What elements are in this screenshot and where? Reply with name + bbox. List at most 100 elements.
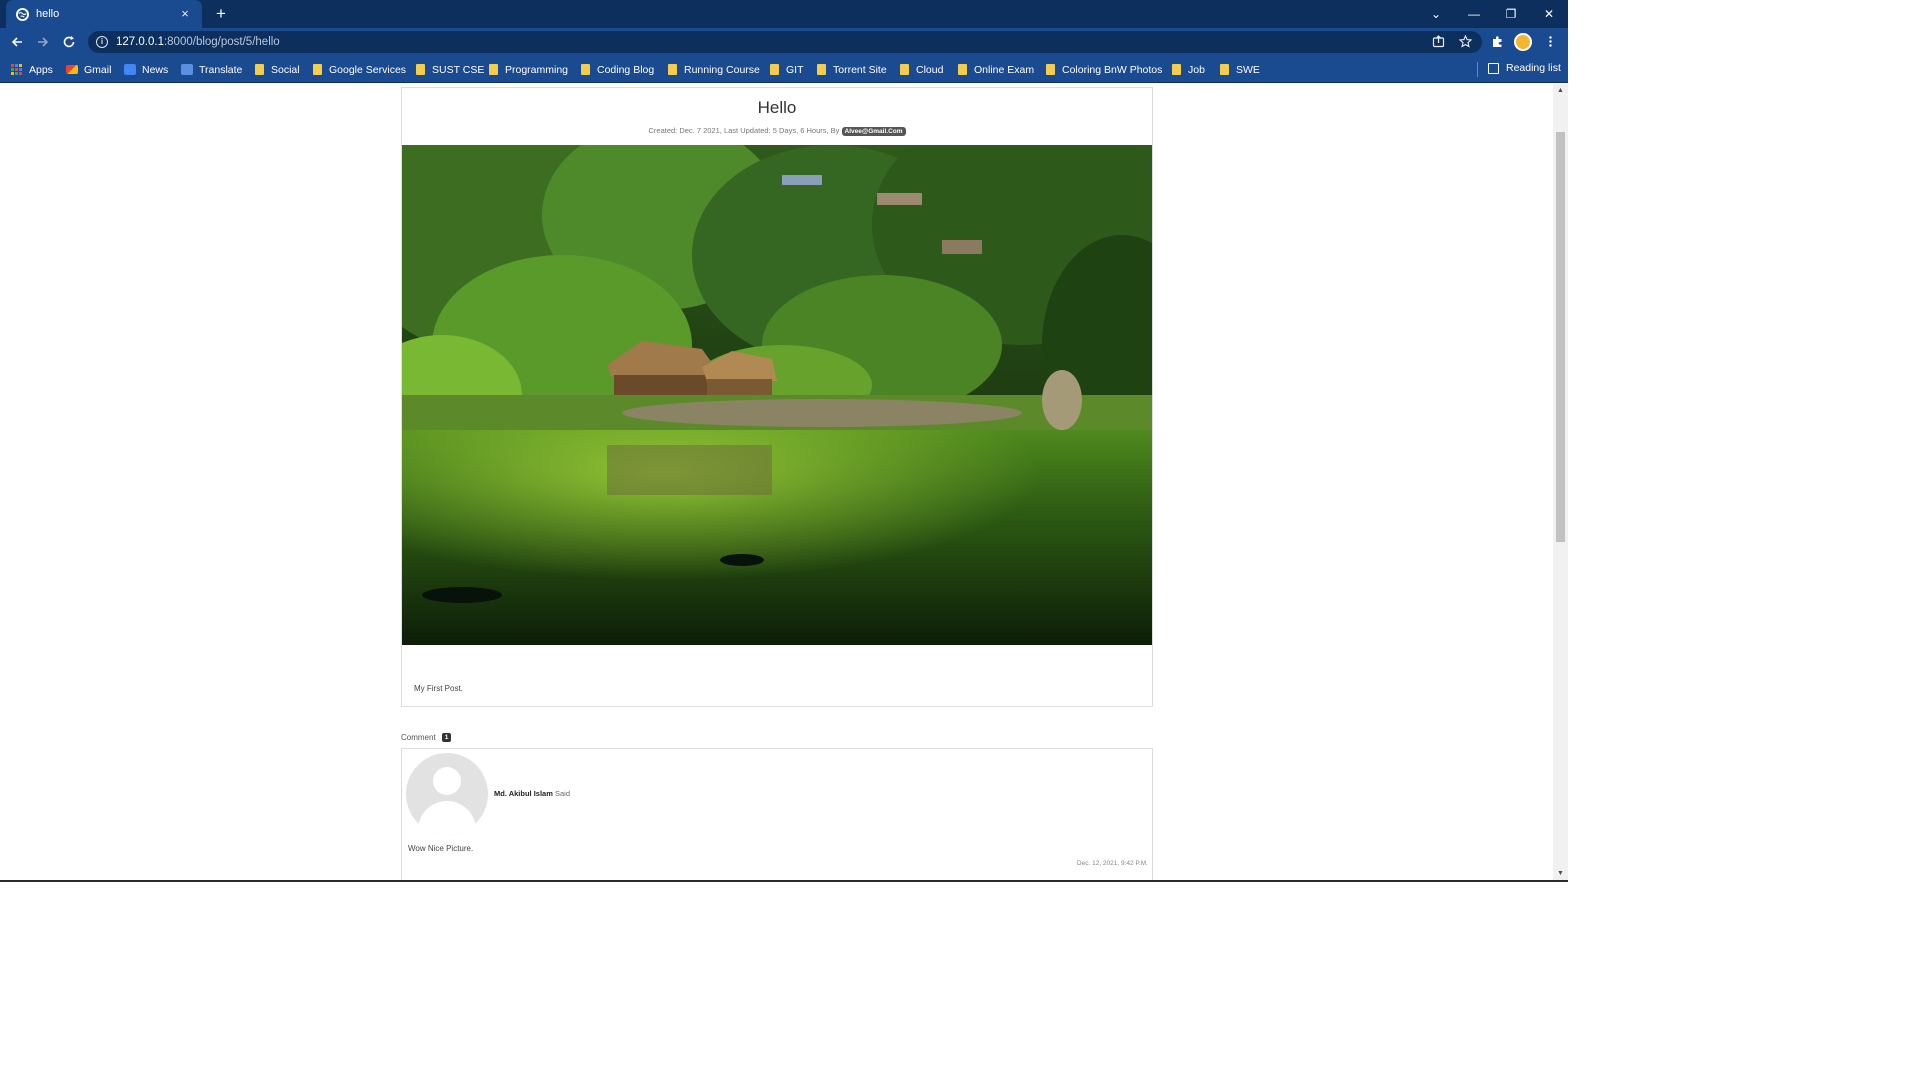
reading-list-icon	[1488, 62, 1499, 74]
bookmark-folder[interactable]: Coloring BnW Photos	[1046, 62, 1162, 77]
url-path: :8000/blog/post/5/hello	[163, 36, 280, 48]
bookmark-label: Programming	[505, 63, 569, 76]
profile-avatar-icon[interactable]	[1514, 33, 1532, 51]
scroll-up-arrow-icon[interactable]: ▲	[1556, 86, 1565, 95]
bookmark-folder[interactable]: Coding Blog	[581, 62, 654, 77]
post-body: My First Post.	[414, 684, 463, 693]
new-tab-button[interactable]: +	[210, 3, 232, 25]
scroll-down-arrow-icon[interactable]: ▼	[1556, 869, 1565, 878]
comment-author: Md. Akibul Islam	[494, 789, 553, 798]
gmail-icon	[66, 65, 78, 74]
bookmark-gmail[interactable]: Gmail	[66, 62, 111, 77]
folder-icon	[668, 64, 677, 75]
reading-list-button[interactable]: Reading list	[1488, 62, 1561, 74]
google-news-icon	[124, 64, 136, 75]
folder-icon	[1220, 64, 1229, 75]
folder-icon	[958, 64, 967, 75]
bookmark-label: News	[142, 63, 169, 76]
bookmark-label: SUST CSE	[432, 63, 485, 76]
restore-button[interactable]: ❐	[1493, 0, 1529, 28]
site-info-icon[interactable]: i	[96, 36, 108, 48]
extensions-puzzle-icon[interactable]	[1487, 31, 1507, 51]
folder-icon	[900, 64, 909, 75]
url-host: 127.0.0.1	[116, 36, 164, 48]
bookmark-label: Social	[271, 63, 300, 76]
tab-search-icon[interactable]: ⌄	[1418, 0, 1454, 28]
bookmark-translate[interactable]: Translate	[181, 62, 242, 77]
post-meta: Created: Dec. 7 2021, Last Updated: 5 Da…	[402, 126, 1152, 136]
vertical-scrollbar[interactable]: ▲ ▼	[1553, 84, 1568, 880]
bookmark-label: Translate	[199, 63, 243, 76]
bookmark-label: Apps	[29, 63, 53, 76]
avatar-placeholder-icon	[406, 753, 488, 835]
menu-kebab-icon[interactable]	[1540, 31, 1560, 51]
minimize-button[interactable]: —	[1456, 0, 1492, 28]
folder-icon	[416, 64, 425, 75]
folder-icon	[313, 64, 322, 75]
bookmark-folder[interactable]: SUST CSE	[416, 62, 484, 77]
bookmark-label: Job	[1188, 63, 1205, 76]
back-arrow-icon[interactable]	[6, 31, 28, 53]
reload-icon[interactable]	[58, 31, 80, 53]
folder-icon	[770, 64, 779, 75]
bookmark-folder[interactable]: Online Exam	[958, 62, 1034, 77]
apps-grid-icon	[11, 64, 22, 75]
bookmark-folder[interactable]: GIT	[770, 62, 804, 77]
bookmark-label: Coding Blog	[597, 63, 655, 76]
bookmark-label: Coloring BnW Photos	[1062, 63, 1163, 76]
browser-toolbar: i 127.0.0.1:8000/blog/post/5/hello	[0, 28, 1568, 56]
author-badge[interactable]: Alvee@Gmail.Com	[841, 127, 906, 136]
comment-count-badge: 1	[441, 733, 452, 742]
bookmark-news[interactable]: News	[124, 62, 168, 77]
browser-tab[interactable]: hello ×	[6, 0, 202, 28]
tab-strip: hello × + ⌄ — ❐ ✕	[0, 0, 1568, 28]
folder-icon	[1046, 64, 1055, 75]
bookmark-apps[interactable]: Apps	[11, 62, 53, 77]
comment-item: Md. Akibul Islam Said Wow Nice Picture. …	[401, 748, 1153, 880]
address-bar[interactable]: i 127.0.0.1:8000/blog/post/5/hello	[88, 31, 1482, 53]
folder-icon	[489, 64, 498, 75]
bookmark-star-icon[interactable]	[1455, 31, 1475, 51]
bookmark-folder[interactable]: Job	[1172, 62, 1205, 77]
globe-icon	[16, 7, 29, 21]
forward-arrow-icon[interactable]	[32, 31, 54, 53]
folder-icon	[581, 64, 590, 75]
close-window-button[interactable]: ✕	[1531, 0, 1567, 28]
bookmarks-bar: Apps Gmail News Translate Social Google …	[0, 56, 1568, 83]
taskbar-edge	[0, 880, 1568, 882]
bookmark-folder[interactable]: SWE	[1220, 62, 1260, 77]
folder-icon	[255, 64, 264, 75]
bookmark-label: Running Course	[684, 63, 760, 76]
comment-said-label: Said	[555, 789, 571, 798]
bookmark-folder[interactable]: Google Services	[313, 62, 406, 77]
bookmarks-divider	[1477, 62, 1478, 77]
bookmark-folder[interactable]: Running Course	[668, 62, 760, 77]
comment-text: Wow Nice Picture.	[408, 844, 474, 853]
tab-title: hello	[36, 8, 60, 20]
bookmark-folder[interactable]: Social	[255, 62, 300, 77]
tab-close-icon[interactable]: ×	[178, 7, 192, 21]
post-card: Hello Created: Dec. 7 2021, Last Updated…	[401, 87, 1153, 707]
share-icon[interactable]	[1428, 31, 1448, 51]
bookmark-label: GIT	[786, 63, 804, 76]
post-meta-text: Created: Dec. 7 2021, Last Updated: 5 Da…	[648, 126, 840, 135]
page-viewport: Hello Created: Dec. 7 2021, Last Updated…	[0, 84, 1553, 880]
bookmark-label: Online Exam	[974, 63, 1035, 76]
scroll-thumb[interactable]	[1556, 132, 1565, 542]
comment-date: Dec. 12, 2021, 9:42 P.M.	[1076, 860, 1148, 867]
comment-heading: Comment 1	[401, 733, 452, 742]
bookmark-label: SWE	[1236, 63, 1260, 76]
comment-author-line: Md. Akibul Islam Said	[494, 789, 570, 798]
folder-icon	[1172, 64, 1181, 75]
landscape-photo	[402, 145, 1152, 645]
bookmark-label: Gmail	[84, 63, 112, 76]
bookmark-label: Cloud	[916, 63, 944, 76]
bookmark-label: Google Services	[329, 63, 407, 76]
comment-heading-label: Comment	[401, 733, 436, 742]
bookmark-folder[interactable]: Cloud	[900, 62, 943, 77]
bookmark-folder[interactable]: Programming	[489, 62, 568, 77]
post-title: Hello	[757, 98, 797, 117]
bookmark-folder[interactable]: Torrent Site	[817, 62, 887, 77]
reading-list-label: Reading list	[1506, 62, 1561, 74]
google-translate-icon	[181, 64, 193, 75]
